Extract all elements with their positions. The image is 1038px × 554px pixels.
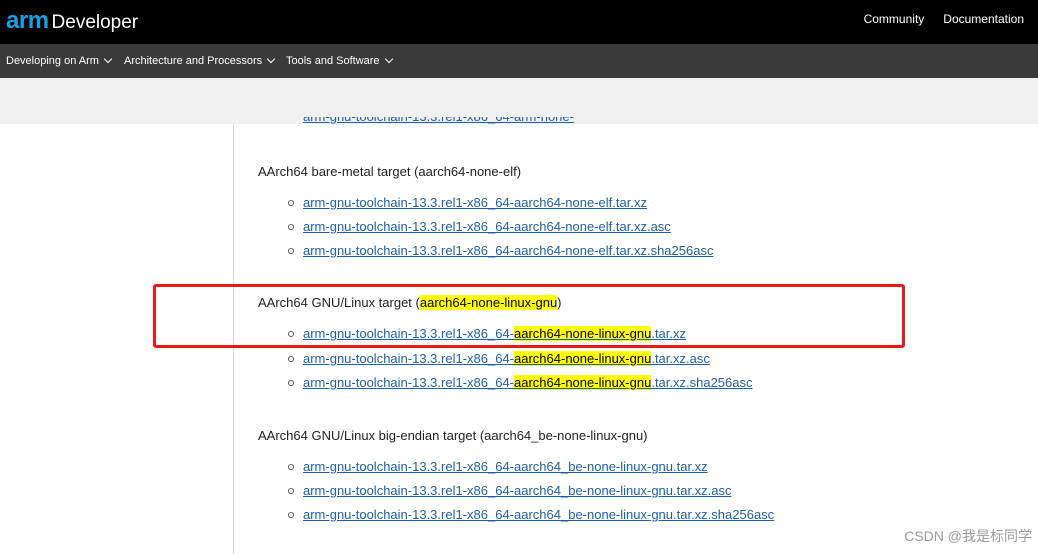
link-suffix: .tar.xz.asc — [651, 351, 710, 366]
arm-developer-logo[interactable]: arm Developer — [6, 7, 138, 35]
nav-item-label: Developing on Arm — [6, 55, 99, 67]
list-item: arm-gnu-toolchain-13.3.rel1-x86_64-aarch… — [288, 459, 708, 474]
download-link[interactable]: arm-gnu-toolchain-13.3.rel1-x86_64-aarch… — [303, 375, 753, 390]
bullet-icon — [288, 223, 294, 230]
title-highlight: aarch64-none-linux-gnu — [419, 295, 558, 310]
cutoff-link-row[interactable]: arm-gnu-toolchain-13.3.rel1-x86_64-arm-n… — [303, 117, 643, 125]
nav-developing-on-arm[interactable]: Developing on Arm — [6, 54, 113, 67]
bullet-icon — [288, 247, 294, 254]
nav-item-label: Tools and Software — [286, 55, 380, 67]
download-link[interactable]: arm-gnu-toolchain-13.3.rel1-x86_64-aarch… — [303, 195, 647, 210]
download-link[interactable]: arm-gnu-toolchain-13.3.rel1-x86_64-aarch… — [303, 219, 671, 234]
download-link[interactable]: arm-gnu-toolchain-13.3.rel1-x86_64-aarch… — [303, 351, 710, 366]
section-title-aarch64-big-endian: AArch64 GNU/Linux big-endian target (aar… — [258, 428, 648, 443]
bullet-icon — [288, 330, 294, 337]
link-suffix: .tar.xz — [651, 326, 687, 341]
download-link[interactable]: arm-gnu-toolchain-13.3.rel1-x86_64-aarch… — [303, 243, 713, 258]
list-item: arm-gnu-toolchain-13.3.rel1-x86_64-aarch… — [288, 243, 713, 258]
chevron-down-icon — [266, 54, 276, 64]
main-nav: Developing on Arm Architecture and Proce… — [0, 44, 1038, 78]
title-suffix: ) — [557, 295, 562, 310]
list-item: arm-gnu-toolchain-13.3.rel1-x86_64-aarch… — [288, 195, 647, 210]
bullet-icon — [288, 379, 294, 386]
list-item: arm-gnu-toolchain-13.3.rel1-x86_64-aarch… — [288, 483, 732, 498]
logo-arm-text: arm — [6, 7, 49, 34]
download-link[interactable]: arm-gnu-toolchain-13.3.rel1-x86_64-aarch… — [303, 326, 686, 341]
download-link[interactable]: arm-gnu-toolchain-13.3.rel1-x86_64-aarch… — [303, 483, 732, 498]
watermark: CSDN @我是标同学 — [904, 528, 1032, 544]
link-highlight: aarch64-none-linux-gnu — [514, 375, 652, 390]
documentation-link[interactable]: Documentation — [943, 12, 1024, 26]
top-header: arm Developer Community Documentation — [0, 0, 1038, 44]
link-highlight: aarch64-none-linux-gnu — [514, 351, 652, 366]
bullet-icon — [288, 463, 294, 470]
link-prefix: arm-gnu-toolchain-13.3.rel1-x86_64- — [303, 326, 515, 341]
section-title-aarch64-gnu-linux: AArch64 GNU/Linux target (aarch64-none-l… — [258, 295, 562, 310]
link-prefix: arm-gnu-toolchain-13.3.rel1-x86_64- — [303, 375, 515, 390]
list-item: arm-gnu-toolchain-13.3.rel1-x86_64-aarch… — [288, 219, 671, 234]
content-divider — [233, 124, 234, 554]
chevron-down-icon — [384, 54, 393, 64]
list-item: arm-gnu-toolchain-13.3.rel1-x86_64-aarch… — [288, 375, 753, 390]
chevron-down-icon — [103, 54, 113, 64]
title-prefix: AArch64 GNU/Linux target ( — [258, 295, 420, 310]
bullet-icon — [288, 487, 294, 494]
cutoff-link[interactable]: arm-gnu-toolchain-13.3.rel1-x86_64-arm-n… — [303, 117, 643, 125]
list-item: arm-gnu-toolchain-13.3.rel1-x86_64-aarch… — [288, 507, 774, 522]
nav-architecture-and-processors[interactable]: Architecture and Processors — [124, 54, 276, 67]
logo-developer-text: Developer — [51, 12, 139, 33]
link-suffix: .tar.xz.sha256asc — [651, 375, 753, 390]
community-link[interactable]: Community — [864, 12, 925, 26]
section-title-aarch64-bare-metal: AArch64 bare-metal target (aarch64-none-… — [258, 164, 522, 179]
bullet-icon — [288, 199, 294, 206]
nav-item-label: Architecture and Processors — [124, 55, 263, 67]
link-prefix: arm-gnu-toolchain-13.3.rel1-x86_64- — [303, 351, 515, 366]
bullet-icon — [288, 355, 294, 362]
download-link[interactable]: arm-gnu-toolchain-13.3.rel1-x86_64-aarch… — [303, 507, 774, 522]
header-links: Community Documentation — [864, 12, 1024, 26]
nav-tools-and-software[interactable]: Tools and Software — [286, 54, 393, 67]
bullet-icon — [288, 511, 294, 518]
list-item: arm-gnu-toolchain-13.3.rel1-x86_64-aarch… — [288, 326, 686, 341]
list-item: arm-gnu-toolchain-13.3.rel1-x86_64-aarch… — [288, 351, 710, 366]
link-highlight: aarch64-none-linux-gnu — [514, 326, 652, 341]
download-link[interactable]: arm-gnu-toolchain-13.3.rel1-x86_64-aarch… — [303, 459, 708, 474]
